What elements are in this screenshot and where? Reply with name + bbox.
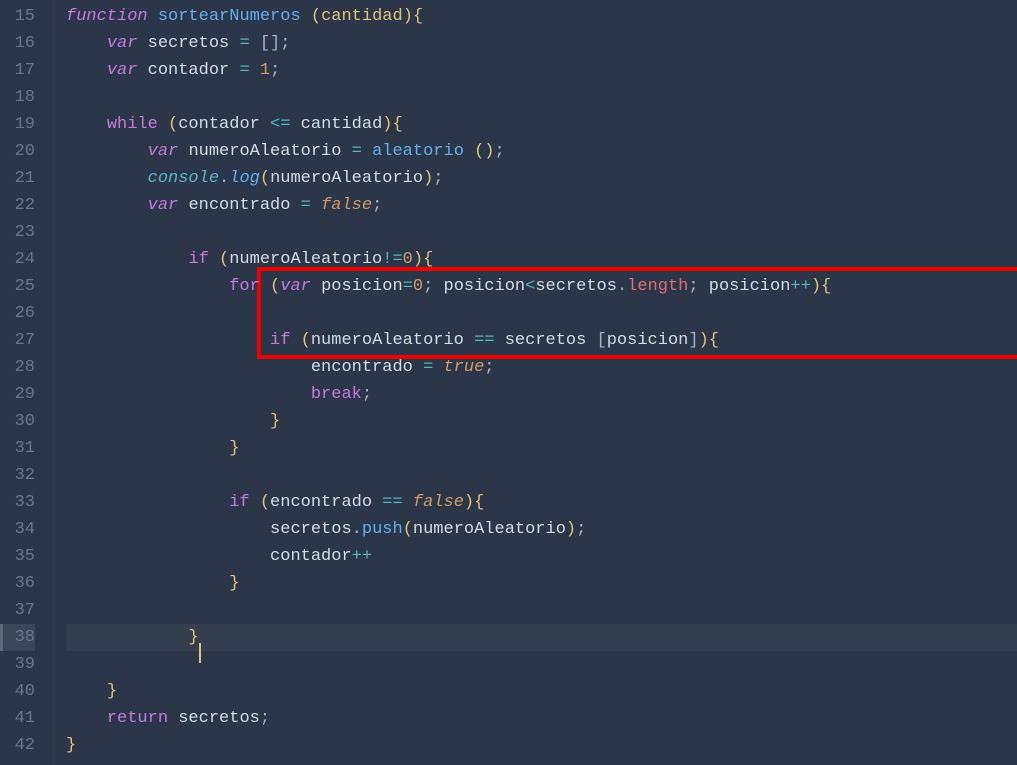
line-number: 26 — [0, 300, 35, 327]
line-number: 27 — [0, 327, 35, 354]
code-line[interactable]: if (encontrado == false){ — [66, 489, 1017, 516]
line-gutter: 1516171819202122232425262728293031323334… — [0, 0, 54, 765]
line-number: 16 — [0, 30, 35, 57]
line-number: 18 — [0, 84, 35, 111]
code-line[interactable]: } — [66, 570, 1017, 597]
code-line[interactable] — [66, 597, 1017, 624]
line-number: 36 — [0, 570, 35, 597]
code-line[interactable] — [66, 219, 1017, 246]
code-line[interactable]: } — [66, 678, 1017, 705]
line-number: 33 — [0, 489, 35, 516]
line-number: 19 — [0, 111, 35, 138]
line-number: 17 — [0, 57, 35, 84]
code-line[interactable]: function sortearNumeros (cantidad){ — [66, 3, 1017, 30]
line-number: 30 — [0, 408, 35, 435]
code-line[interactable] — [66, 651, 1017, 678]
code-line[interactable]: if (numeroAleatorio == secretos [posicio… — [66, 327, 1017, 354]
code-line[interactable]: for (var posicion=0; posicion<secretos.l… — [66, 273, 1017, 300]
line-number: 22 — [0, 192, 35, 219]
line-number: 31 — [0, 435, 35, 462]
code-area[interactable]: function sortearNumeros (cantidad){ var … — [54, 0, 1017, 765]
code-line[interactable]: var secretos = []; — [66, 30, 1017, 57]
code-line[interactable]: secretos.push(numeroAleatorio); — [66, 516, 1017, 543]
line-number: 29 — [0, 381, 35, 408]
line-number: 39 — [0, 651, 35, 678]
code-line[interactable]: return secretos; — [66, 705, 1017, 732]
code-editor[interactable]: 1516171819202122232425262728293031323334… — [0, 0, 1017, 765]
code-line[interactable] — [66, 462, 1017, 489]
code-line[interactable]: if (numeroAleatorio!=0){ — [66, 246, 1017, 273]
code-line[interactable]: } — [66, 435, 1017, 462]
line-number: 20 — [0, 138, 35, 165]
line-number: 25 — [0, 273, 35, 300]
line-number: 21 — [0, 165, 35, 192]
line-number: 37 — [0, 597, 35, 624]
line-number: 34 — [0, 516, 35, 543]
code-line[interactable]: var encontrado = false; — [66, 192, 1017, 219]
line-number: 24 — [0, 246, 35, 273]
line-number: 23 — [0, 219, 35, 246]
code-line[interactable]: break; — [66, 381, 1017, 408]
line-number: 41 — [0, 705, 35, 732]
code-line[interactable]: while (contador <= cantidad){ — [66, 111, 1017, 138]
code-line[interactable]: } — [66, 624, 1017, 651]
code-line[interactable]: } — [66, 408, 1017, 435]
code-line[interactable] — [66, 84, 1017, 111]
code-line[interactable]: console.log(numeroAleatorio); — [66, 165, 1017, 192]
line-number: 40 — [0, 678, 35, 705]
line-number: 28 — [0, 354, 35, 381]
code-line[interactable]: } — [66, 732, 1017, 759]
code-line[interactable] — [66, 300, 1017, 327]
code-line[interactable]: contador++ — [66, 543, 1017, 570]
code-line[interactable]: encontrado = true; — [66, 354, 1017, 381]
code-line[interactable]: var numeroAleatorio = aleatorio (); — [66, 138, 1017, 165]
code-line[interactable]: var contador = 1; — [66, 57, 1017, 84]
line-number: 38 — [0, 624, 35, 651]
line-number: 32 — [0, 462, 35, 489]
line-number: 15 — [0, 3, 35, 30]
line-number: 42 — [0, 732, 35, 759]
line-number: 35 — [0, 543, 35, 570]
